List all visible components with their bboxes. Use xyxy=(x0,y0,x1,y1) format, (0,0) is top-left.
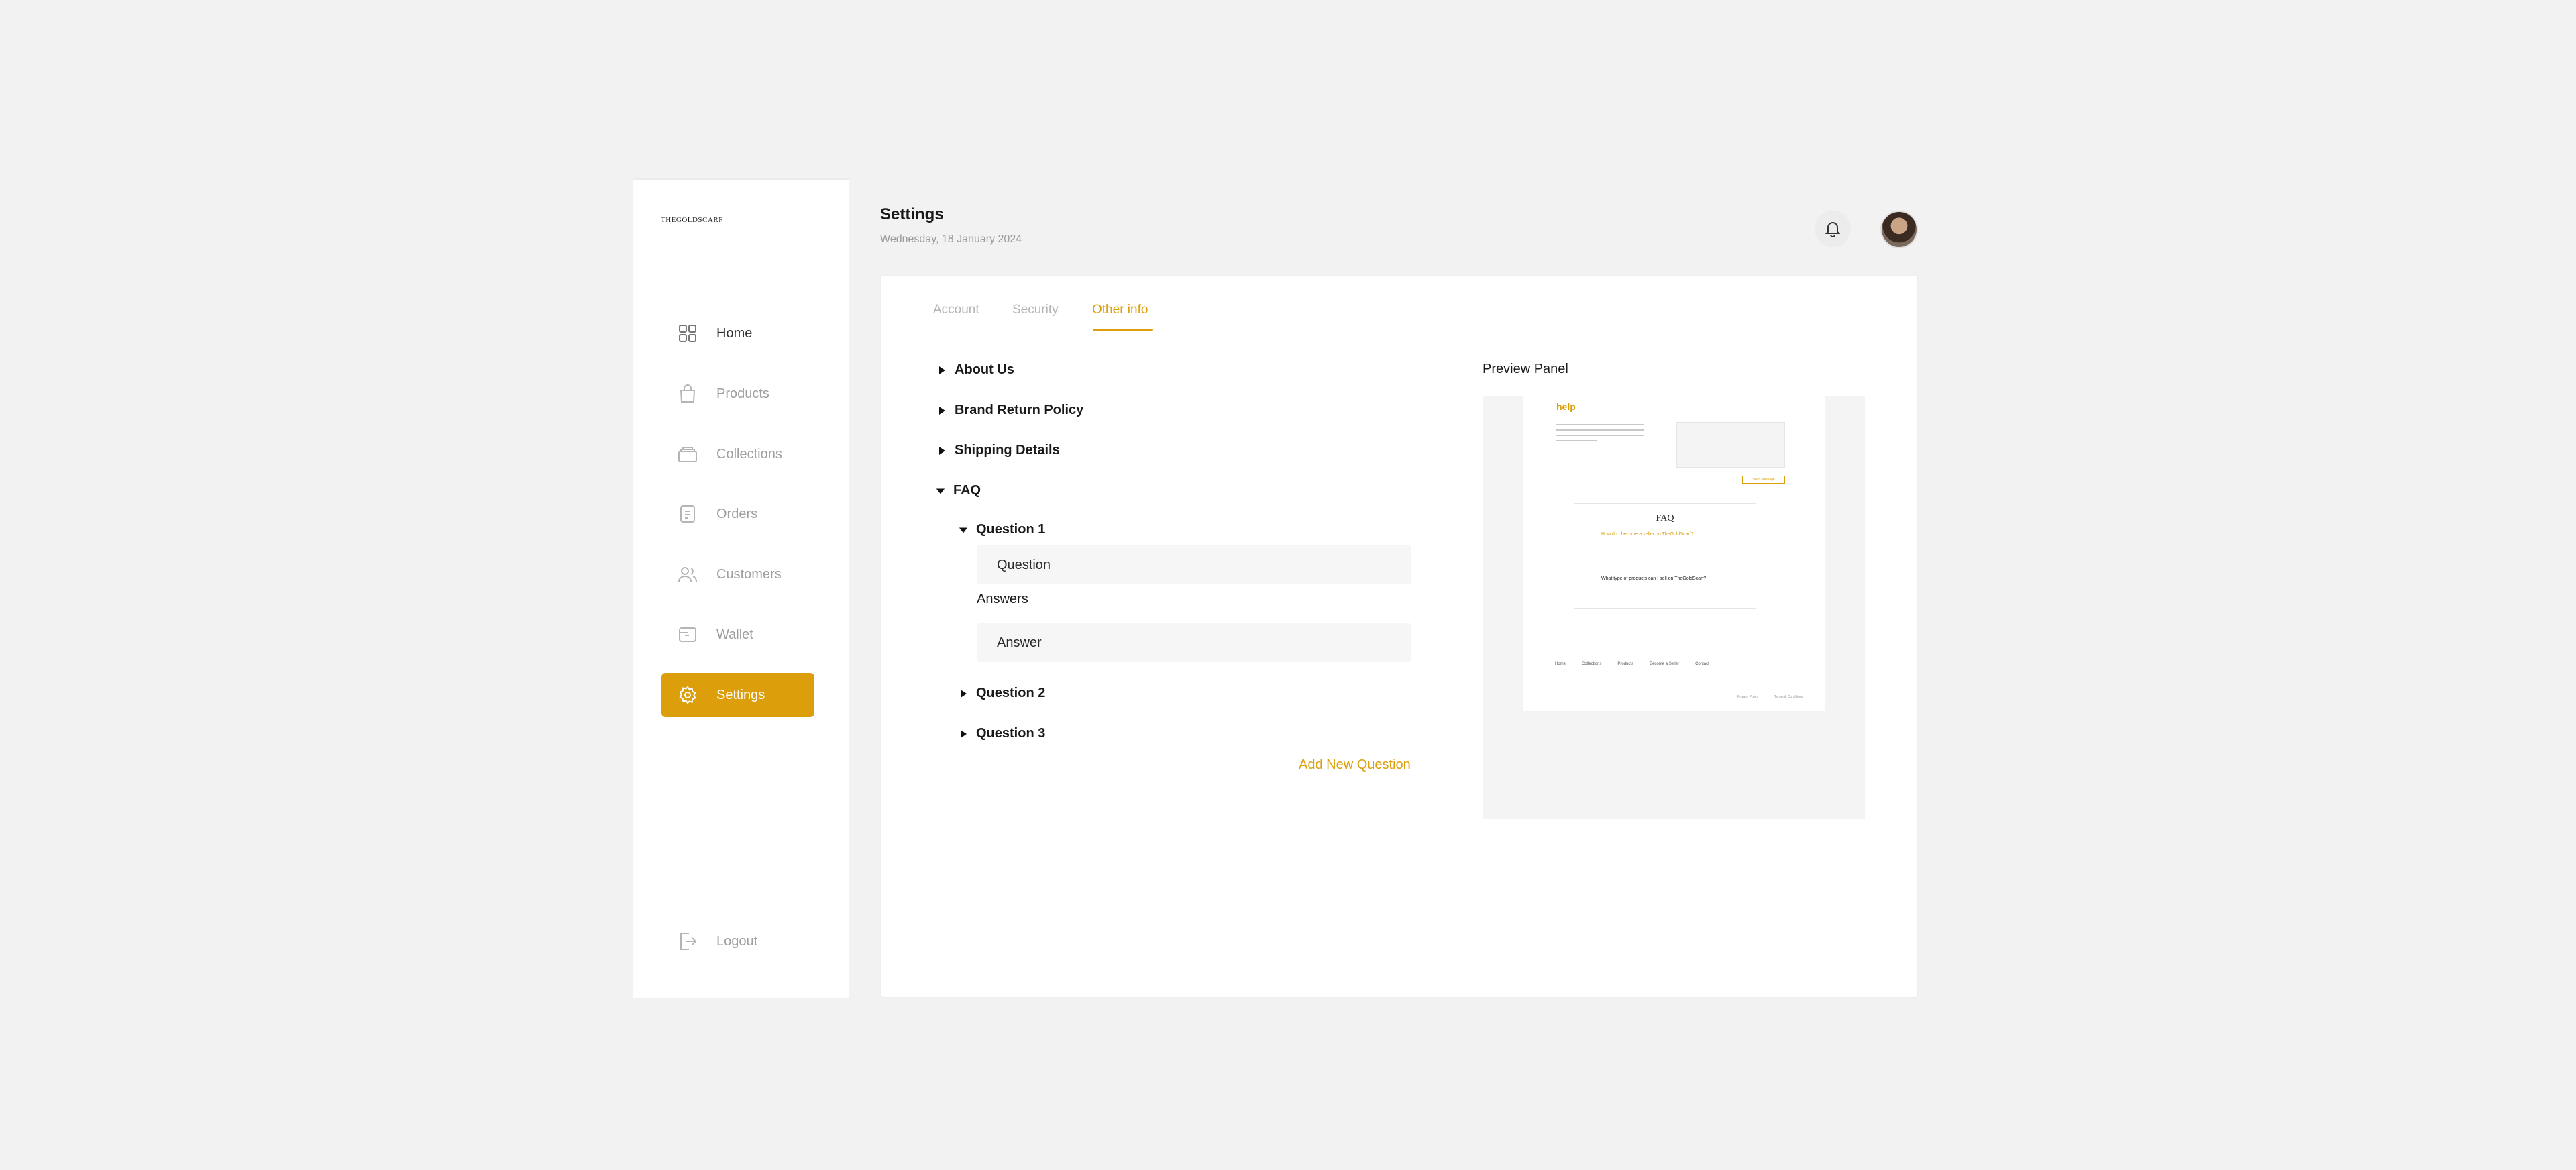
accordion-about-us[interactable]: About Us xyxy=(937,362,1014,378)
sidebar-item-label: Wallet xyxy=(716,627,753,642)
logout-button[interactable]: Logout xyxy=(661,921,814,961)
preview-footer-link: Collections xyxy=(1582,662,1602,666)
logout-label: Logout xyxy=(716,933,758,949)
brand-logo[interactable]: THEGOLDSCARF xyxy=(661,216,723,224)
tab-other-info[interactable]: Other info xyxy=(1092,303,1148,317)
preview-text-line xyxy=(1556,435,1644,436)
preview-footer-link: Products xyxy=(1617,662,1634,666)
preview-footer-links: Home Collections Products Become a Selle… xyxy=(1555,662,1709,666)
preview-text-line xyxy=(1556,424,1644,425)
sidebar-item-home[interactable]: Home xyxy=(661,311,814,356)
faq-question-1-toggle[interactable]: Question 1 xyxy=(959,522,1045,537)
wallet-icon xyxy=(678,625,698,645)
preview-text-line xyxy=(1556,429,1644,431)
preview-page: help Send Message FAQ How do I become a … xyxy=(1523,396,1825,711)
preview-legal-link: Privacy Policy xyxy=(1737,695,1759,699)
preview-panel-title: Preview Panel xyxy=(1483,362,1568,376)
sidebar-item-label: Home xyxy=(716,325,753,341)
sidebar-item-label: Products xyxy=(716,386,769,401)
preview-faq-card: FAQ How do I become a seller on TheGoldS… xyxy=(1574,503,1756,609)
faq-question-label: Question 3 xyxy=(976,726,1046,741)
sidebar-item-products[interactable]: Products xyxy=(661,372,814,416)
faq-question-3-toggle[interactable]: Question 3 xyxy=(959,726,1045,741)
caret-right-icon xyxy=(937,406,947,415)
receipt-icon xyxy=(678,504,698,524)
settings-card: Account Security Other info About Us Bra… xyxy=(880,275,1918,998)
sidebar-item-label: Settings xyxy=(716,687,765,702)
sidebar: THEGOLDSCARF Home Products Collections O… xyxy=(633,178,849,998)
preview-contact-form: Send Message xyxy=(1668,396,1792,496)
avatar[interactable] xyxy=(1880,211,1918,248)
sidebar-item-label: Customers xyxy=(716,566,782,582)
sidebar-item-wallet[interactable]: Wallet xyxy=(661,613,814,657)
caret-right-icon xyxy=(937,446,947,456)
preview-footer-link: Become a Seller xyxy=(1650,662,1680,666)
preview-send-button: Send Message xyxy=(1742,476,1785,484)
sidebar-item-orders[interactable]: Orders xyxy=(661,492,814,536)
stack-icon xyxy=(678,444,698,464)
faq-question-2-toggle[interactable]: Question 2 xyxy=(959,686,1045,701)
bell-icon xyxy=(1825,222,1840,237)
question-input[interactable] xyxy=(977,545,1411,584)
tab-account[interactable]: Account xyxy=(933,303,979,317)
preview-faq-question-2: What type of products can I sell on TheG… xyxy=(1601,576,1707,581)
caret-down-icon xyxy=(936,486,945,496)
answers-label: Answers xyxy=(977,592,1028,606)
page-title: Settings xyxy=(880,205,944,223)
preview-faq-question-1: How do I become a seller on TheGoldScarf… xyxy=(1601,532,1694,537)
preview-footer-link: Home xyxy=(1555,662,1566,666)
accordion-label: About Us xyxy=(955,362,1014,377)
bag-icon xyxy=(678,384,698,404)
accordion-faq[interactable]: FAQ xyxy=(936,483,981,498)
preview-footer-link: Contact xyxy=(1695,662,1709,666)
active-tab-indicator xyxy=(1093,329,1153,331)
faq-question-label: Question 1 xyxy=(976,522,1046,537)
notifications-button[interactable] xyxy=(1815,211,1851,247)
preview-help-heading: help xyxy=(1556,401,1576,412)
caret-down-icon xyxy=(959,525,968,535)
caret-right-icon xyxy=(937,366,947,375)
grid-icon xyxy=(678,323,698,343)
preview-panel[interactable]: help Send Message FAQ How do I become a … xyxy=(1483,396,1865,819)
preview-text-line xyxy=(1556,440,1597,441)
sidebar-item-collections[interactable]: Collections xyxy=(661,432,814,476)
accordion-shipping-details[interactable]: Shipping Details xyxy=(937,443,1060,458)
accordion-label: Brand Return Policy xyxy=(955,403,1084,417)
caret-right-icon xyxy=(959,689,968,698)
sidebar-item-settings[interactable]: Settings xyxy=(661,673,814,717)
accordion-brand-return-policy[interactable]: Brand Return Policy xyxy=(937,403,1083,418)
sidebar-item-label: Collections xyxy=(716,446,782,462)
logout-icon xyxy=(678,931,698,951)
accordion-label: FAQ xyxy=(953,483,981,498)
add-new-question-link[interactable]: Add New Question xyxy=(1299,757,1411,773)
answer-input[interactable] xyxy=(977,623,1411,662)
page-date: Wednesday, 18 January 2024 xyxy=(880,233,1022,245)
caret-right-icon xyxy=(959,729,968,739)
sidebar-item-customers[interactable]: Customers xyxy=(661,552,814,596)
preview-faq-title: FAQ xyxy=(1656,513,1674,523)
preview-legal-link: Terms & Conditions xyxy=(1774,695,1804,699)
faq-question-label: Question 2 xyxy=(976,686,1046,700)
users-icon xyxy=(678,564,698,584)
preview-message-box xyxy=(1676,422,1785,468)
tab-security[interactable]: Security xyxy=(1012,303,1059,317)
gear-icon xyxy=(678,685,698,705)
accordion-label: Shipping Details xyxy=(955,443,1060,458)
sidebar-item-label: Orders xyxy=(716,506,758,521)
